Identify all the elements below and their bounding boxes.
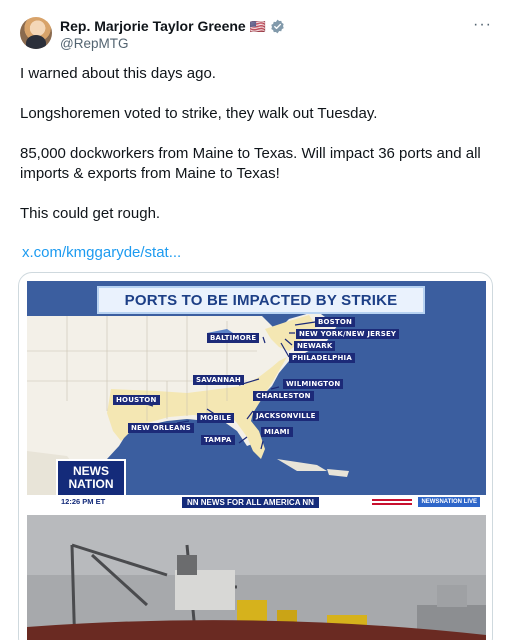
port-label-jacksonville: JACKSONVILLE [253, 411, 319, 421]
post-paragraph: 85,000 dockworkers from Maine to Texas. … [20, 145, 481, 182]
port-label-new-orleans: NEW ORLEANS [128, 423, 194, 433]
news-ticker: 12:26 PM ET NN NEWS FOR ALL AMERICA NN N… [27, 495, 486, 509]
avatar[interactable] [20, 17, 52, 49]
cargo-ship-graphic [27, 515, 486, 640]
media-container[interactable]: PORTS TO BE IMPACTED BY STRIKE BOSTON NE… [18, 272, 493, 640]
verified-badge-icon [271, 19, 284, 33]
map-title: PORTS TO BE IMPACTED BY STRIKE [97, 286, 425, 314]
flag-stripe [372, 499, 412, 505]
newsnation-logo: NEWS NATION [56, 459, 126, 497]
live-badge: NEWSNATION LIVE [418, 497, 480, 507]
us-flag-icon: 🇺🇸 [249, 18, 266, 34]
port-label-houston: HOUSTON [113, 395, 160, 405]
ports-map-image[interactable]: PORTS TO BE IMPACTED BY STRIKE BOSTON NE… [27, 281, 486, 509]
ship-photo[interactable] [27, 515, 486, 640]
post-paragraph: This could get rough. [20, 205, 161, 222]
post-paragraph: Longshoremen voted to strike, they walk … [20, 105, 378, 122]
tweet: Rep. Marjorie Taylor Greene 🇺🇸 @RepMTG ·… [0, 0, 517, 640]
port-label-philadelphia: PHILADELPHIA [289, 353, 355, 363]
port-label-charleston: CHARLESTON [253, 391, 314, 401]
port-label-tampa: TAMPA [201, 435, 235, 445]
port-label-new-york-new-jersey: NEW YORK/NEW JERSEY [296, 329, 400, 339]
port-label-newark: NEWARK [294, 341, 336, 351]
more-options-icon[interactable]: ··· [473, 16, 492, 34]
ticker-text: NN NEWS FOR ALL AMERICA NN [182, 497, 319, 508]
post-link[interactable]: x.com/kmggaryde/stat... [22, 244, 181, 261]
author-name-row: Rep. Marjorie Taylor Greene 🇺🇸 [60, 16, 285, 36]
author-handle[interactable]: @RepMTG [60, 36, 128, 51]
port-label-boston: BOSTON [315, 317, 356, 327]
port-label-baltimore: BALTIMORE [207, 333, 260, 343]
port-label-miami: MIAMI [261, 427, 293, 437]
port-label-savannah: SAVANNAH [193, 375, 244, 385]
author-name[interactable]: Rep. Marjorie Taylor Greene [60, 18, 246, 34]
port-label-mobile: MOBILE [197, 413, 235, 423]
post-text: I warned about this days ago. Longshorem… [20, 64, 490, 244]
post-paragraph: I warned about this days ago. [20, 65, 216, 82]
port-label-wilmington: WILMINGTON [283, 379, 344, 389]
broadcast-time: 12:26 PM ET [61, 497, 106, 506]
